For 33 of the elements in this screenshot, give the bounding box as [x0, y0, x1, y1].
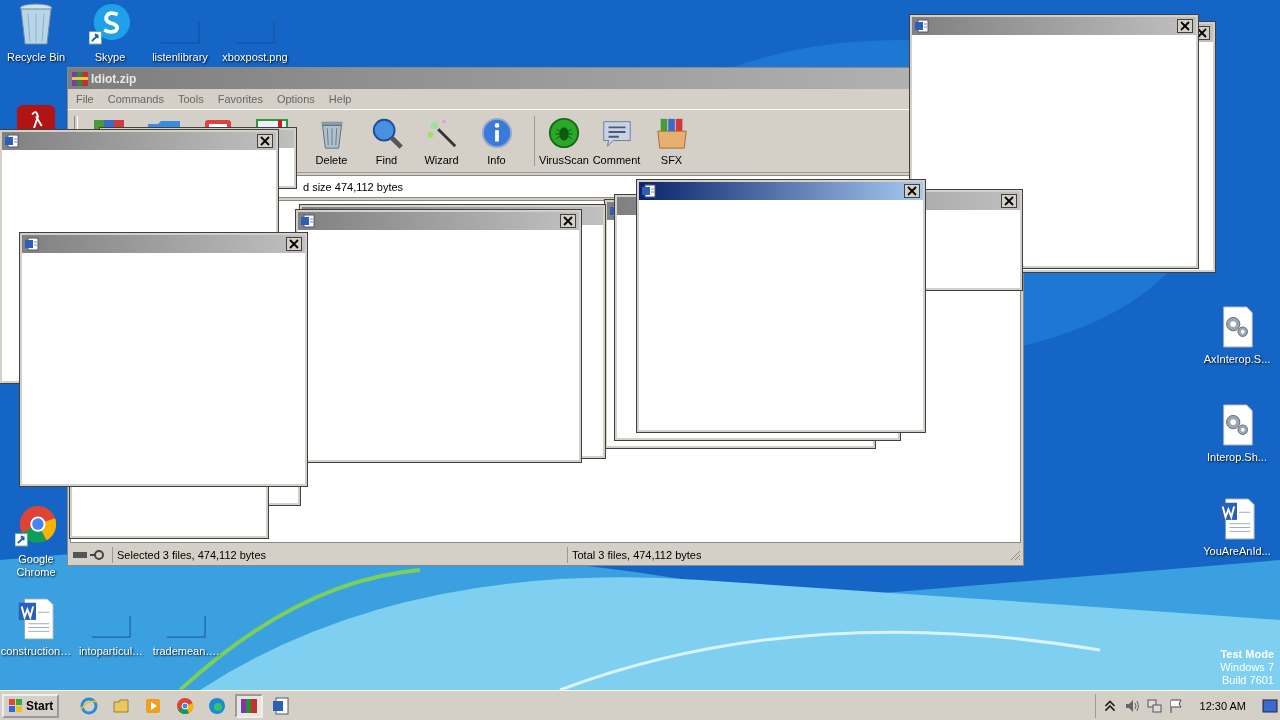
- icon-label: intoparticul…: [78, 645, 144, 658]
- icon-label: Skype: [94, 51, 126, 64]
- status-text: Total 3 files, 474,112 bytes: [567, 547, 1009, 563]
- menu-item[interactable]: File: [76, 93, 94, 105]
- icon-label: AxInterop.S...: [1203, 353, 1271, 366]
- os-watermark-text: Windows 7: [1220, 661, 1274, 674]
- icon-label: trademean….: [152, 645, 220, 658]
- menu-item[interactable]: Tools: [178, 93, 204, 105]
- icon-label: YouAreAnId...: [1203, 545, 1271, 558]
- icon-label: Google Chrome: [15, 553, 57, 579]
- toolbar-button[interactable]: Info: [469, 116, 524, 166]
- menu-item[interactable]: Options: [276, 93, 315, 105]
- menu-item[interactable]: Commands: [107, 93, 164, 105]
- icon-label: Interop.Sh...: [1207, 451, 1267, 464]
- toolbar-button[interactable]: Delete: [304, 116, 359, 166]
- toolbar-button[interactable]: VirusScan: [534, 116, 589, 166]
- toolbar-button[interactable]: Find: [359, 116, 414, 166]
- menu-item[interactable]: Help: [328, 93, 352, 105]
- toolbar-button[interactable]: SFX: [644, 116, 699, 166]
- window-title: Idiot.zip: [91, 71, 137, 86]
- selection-size-text: d size 474,112 bytes: [303, 180, 404, 193]
- toolbar-button[interactable]: Comment: [589, 116, 644, 166]
- icon-label: xboxpost.png: [222, 51, 288, 64]
- menu-item[interactable]: Favorites: [217, 93, 263, 105]
- clock[interactable]: 12:30 AM: [1199, 699, 1246, 712]
- start-button[interactable]: Start: [2, 693, 60, 718]
- os-watermark-text: Test Mode: [1220, 648, 1274, 661]
- icon-label: listenlibrary: [152, 51, 208, 64]
- icon-label: construction…: [0, 645, 72, 658]
- toolbar-button[interactable]: Wizard: [414, 116, 469, 166]
- status-text: Selected 3 files, 474,112 bytes: [112, 547, 567, 563]
- os-watermark-text: Build 7601: [1222, 674, 1274, 687]
- icon-label: Recycle Bin: [6, 51, 66, 64]
